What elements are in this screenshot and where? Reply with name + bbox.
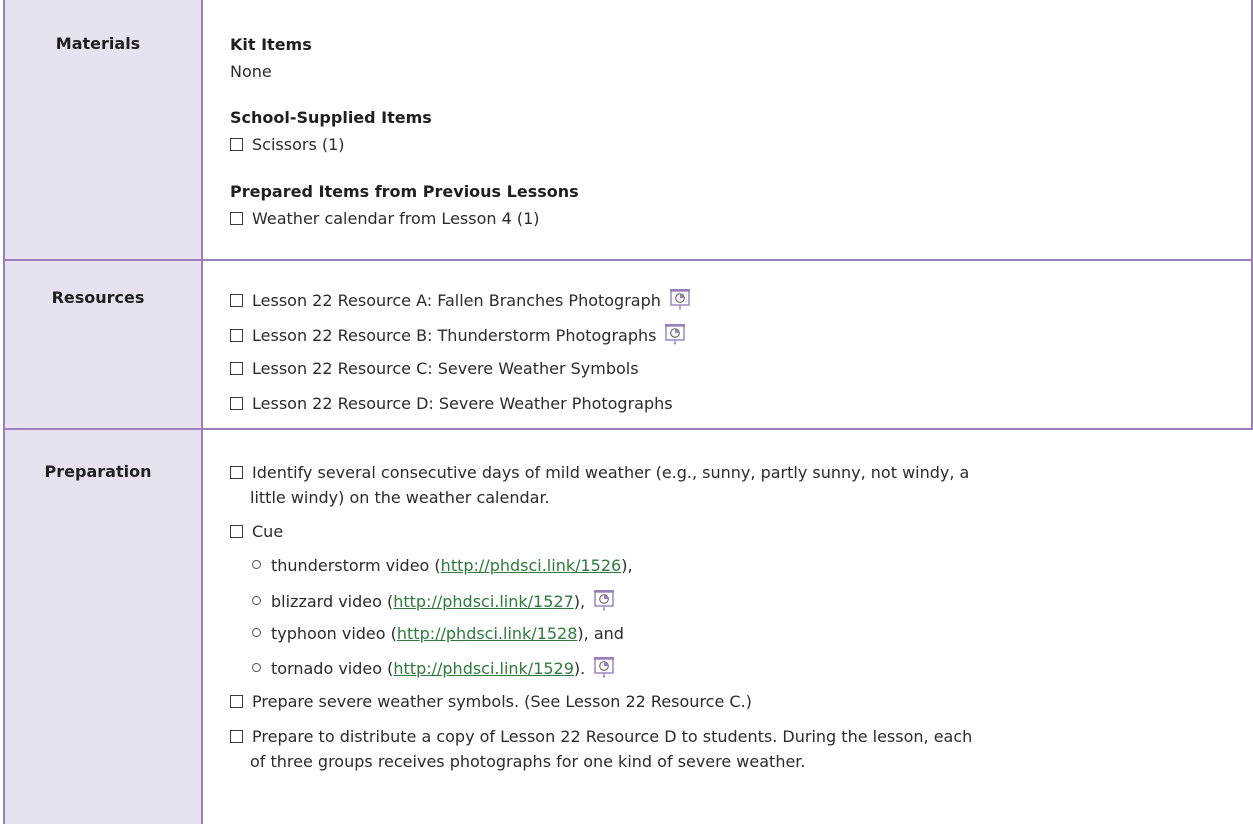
cue-item-suffix: ). [573,659,586,678]
cue-item-text: blizzard video ( [271,592,394,611]
resource-item-text: Lesson 22 Resource C: Severe Weather Sym… [252,359,639,378]
cue-item-suffix: ), [621,556,633,575]
kit-items-value: None [230,62,272,81]
prepared-item-text: Weather calendar from Lesson 4 (1) [252,209,540,228]
cue-item-suffix: ), [573,592,586,611]
resource-item-text: Lesson 22 Resource B: Thunderstorm Photo… [252,326,657,345]
cue-item-text: thunderstorm video ( [271,556,441,575]
cue-item-suffix: ), and [577,624,624,643]
cue-list-item: tornado video (http://phdsci.link/1529). [252,656,615,680]
prep-item-text: Identify several consecutive days of mil… [252,463,970,482]
table-column-divider [201,0,203,824]
checkbox-icon [230,525,243,538]
projector-screen-icon [594,657,615,678]
resource-item: Lesson 22 Resource C: Severe Weather Sym… [230,358,639,380]
resource-item: Lesson 22 Resource B: Thunderstorm Photo… [230,323,686,347]
checkbox-icon [230,695,243,708]
cue-item-text: tornado video ( [271,659,394,678]
projector-screen-icon [669,289,690,310]
resources-label: Resources [51,288,145,307]
checkbox-icon [230,294,243,307]
prepared-items-heading: Prepared Items from Previous Lessons [230,182,579,201]
kit-items-heading: Kit Items [230,35,312,54]
cue-item-text: typhoon video ( [271,624,397,643]
circle-bullet-icon [252,596,261,605]
resource-item-text: Lesson 22 Resource A: Fallen Branches Ph… [252,291,661,310]
prep-item-continuation: of three groups receives photographs for… [250,752,806,771]
checkbox-icon [230,138,243,151]
cue-list-item: thunderstorm video (http://phdsci.link/1… [252,555,633,577]
school-item: Scissors (1) [230,134,345,156]
projector-screen-icon [665,324,686,345]
video-link[interactable]: http://phdsci.link/1526 [441,556,622,575]
checkbox-icon [230,362,243,375]
row-divider-2 [3,428,1253,430]
checkbox-icon [230,329,243,342]
prep-item-text: Prepare severe weather symbols. (See Les… [252,692,752,711]
video-link[interactable]: http://phdsci.link/1527 [393,592,574,611]
prep-item: Prepare severe weather symbols. (See Les… [230,691,752,713]
prep-item-continuation: little windy) on the weather calendar. [250,488,550,507]
checkbox-icon [230,466,243,479]
video-link[interactable]: http://phdsci.link/1529 [393,659,574,678]
prep-cue-item: Cue [230,521,283,543]
preparation-label: Preparation [44,462,152,481]
circle-bullet-icon [252,663,261,672]
checkbox-icon [230,212,243,225]
materials-label: Materials [55,34,141,53]
row-divider-1 [3,259,1253,261]
circle-bullet-icon [252,560,261,569]
cue-list-item: blizzard video (http://phdsci.link/1527)… [252,589,615,613]
resource-item: Lesson 22 Resource A: Fallen Branches Ph… [230,288,691,312]
school-supplied-heading: School-Supplied Items [230,108,432,127]
prep-item-text: Prepare to distribute a copy of Lesson 2… [252,727,973,746]
preparation-label-cell [5,430,201,824]
checkbox-icon [230,397,243,410]
prep-item: Identify several consecutive days of mil… [230,462,969,484]
circle-bullet-icon [252,628,261,637]
school-item-text: Scissors (1) [252,135,345,154]
materials-table: Materials Resources Preparation Kit Item… [0,0,1253,824]
prep-cue-label: Cue [252,522,284,541]
table-left-border [3,0,5,824]
video-link[interactable]: http://phdsci.link/1528 [397,624,578,643]
resources-label-cell [5,261,201,428]
checkbox-icon [230,730,243,743]
projector-screen-icon [594,590,615,611]
resource-item-text: Lesson 22 Resource D: Severe Weather Pho… [252,394,673,413]
resource-item: Lesson 22 Resource D: Severe Weather Pho… [230,393,673,415]
prepared-item: Weather calendar from Lesson 4 (1) [230,208,540,230]
cue-list-item: typhoon video (http://phdsci.link/1528),… [252,623,624,645]
prep-item: Prepare to distribute a copy of Lesson 2… [230,726,972,748]
